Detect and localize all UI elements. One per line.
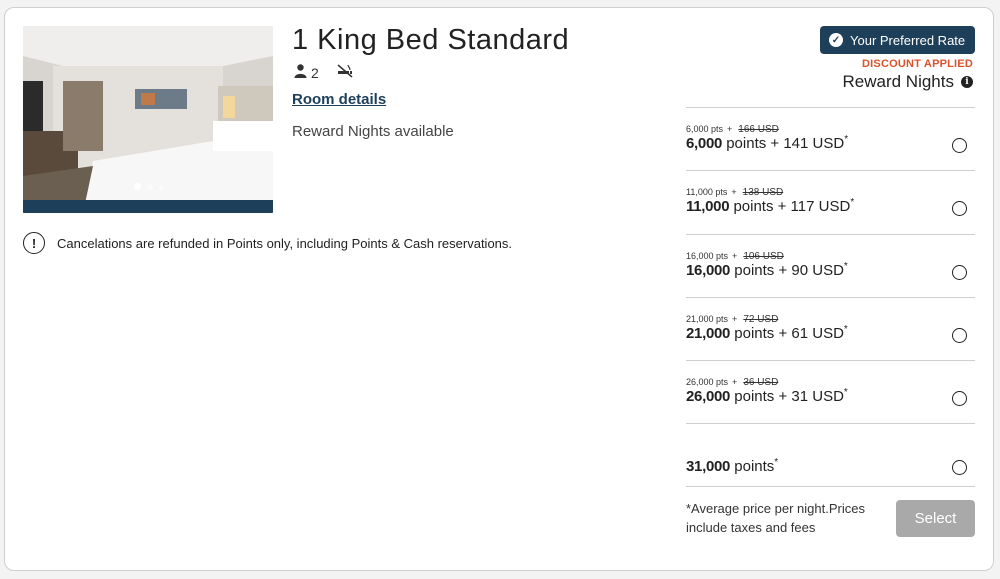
preferred-rate-badge: ✓ Your Preferred Rate <box>820 26 975 54</box>
price-footnote: *Average price per night.Prices include … <box>686 501 865 535</box>
rate-radio[interactable] <box>952 264 967 280</box>
photo-carousel-dots[interactable] <box>23 183 273 190</box>
rate-radio[interactable] <box>952 391 967 407</box>
room-details-link[interactable]: Room details <box>292 91 386 108</box>
room-photo[interactable] <box>23 26 273 213</box>
check-circle-icon: ✓ <box>829 33 843 47</box>
person-icon <box>294 64 307 81</box>
rate-radio[interactable] <box>952 138 967 153</box>
rate-option[interactable]: 16,000 pts +106 USD 16,000 points + 90 US… <box>686 233 975 297</box>
room-title: 1 King Bed Standard <box>292 24 570 56</box>
discount-label: DISCOUNT APPLIED <box>862 58 973 70</box>
rate-price: 11,000 points + 117 USD* <box>686 197 855 216</box>
reward-availability: Reward Nights available <box>292 123 454 140</box>
rate-price: 21,000 points + 61 USD* <box>686 323 848 342</box>
reward-nights-header: Reward Nights i <box>842 72 973 92</box>
guest-count: 2 <box>311 64 319 81</box>
rate-radio[interactable] <box>952 327 967 343</box>
no-smoking-icon <box>337 64 353 81</box>
reward-nights-label: Reward Nights <box>842 72 955 91</box>
rate-price: 6,000 points + 141 USD* <box>686 134 849 152</box>
room-meta: 2 <box>294 64 353 81</box>
rate-option[interactable]: 21,000 pts +72 USD 21,000 points + 61 USD… <box>686 296 975 360</box>
preferred-rate-label: Your Preferred Rate <box>850 32 966 48</box>
rate-radio[interactable] <box>952 201 967 217</box>
rate-option[interactable]: 6,000 pts +166 USD 6,000 points + 141 USD… <box>686 107 975 170</box>
rate-radio[interactable] <box>952 460 967 476</box>
info-icon[interactable]: i <box>961 76 973 88</box>
rate-options: 6,000 pts +166 USD 6,000 points + 141 USD… <box>686 107 975 487</box>
rate-price: 31,000 points* <box>686 457 779 476</box>
rate-option[interactable]: 11,000 pts +138 USD 11,000 points + 117 U… <box>686 170 975 233</box>
select-button[interactable]: Select <box>896 500 975 537</box>
cancellation-notice: ! Cancelations are refunded in Points on… <box>23 232 512 254</box>
carousel-dot[interactable] <box>146 184 153 190</box>
room-card: 1 King Bed Standard 2 Room details Rewar… <box>4 7 994 571</box>
carousel-dot[interactable] <box>158 186 163 190</box>
cancellation-text: Cancelations are refunded in Points only… <box>57 235 513 251</box>
rate-option[interactable]: 26,000 pts +36 USD 26,000 points + 31 USD… <box>686 360 975 423</box>
photo-caption-bar <box>23 200 273 213</box>
rate-option[interactable]: 31,000 points* <box>686 423 975 487</box>
rate-price: 16,000 points + 90 USD* <box>686 260 848 279</box>
carousel-dot[interactable] <box>133 183 141 190</box>
alert-circle-icon: ! <box>23 232 45 254</box>
rate-price: 26,000 points + 31 USD* <box>686 387 848 406</box>
